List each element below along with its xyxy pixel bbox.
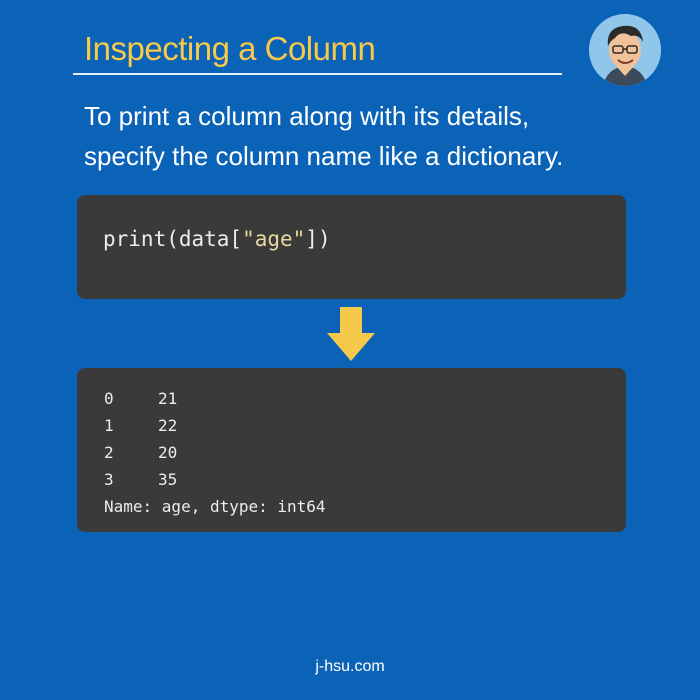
code-prefix: print(data[	[103, 227, 243, 251]
footer-site: j-hsu.com	[315, 658, 385, 675]
row-value: 35	[158, 470, 178, 489]
row-value: 20	[158, 443, 178, 462]
down-arrow-icon	[327, 307, 375, 361]
row-index: 1	[104, 416, 114, 435]
row-index: 0	[104, 389, 114, 408]
code-suffix: ])	[305, 227, 331, 251]
row-index: 2	[104, 443, 114, 462]
intro-text: To print a column along with its details…	[84, 96, 644, 176]
row-value: 21	[158, 389, 178, 408]
output-row: 1 22	[104, 412, 326, 439]
output-row: 3 35	[104, 466, 326, 493]
output-row: 0 21	[104, 385, 326, 412]
output-summary: Name: age, dtype: int64	[104, 497, 326, 516]
output-row: 2 20	[104, 439, 326, 466]
row-value: 22	[158, 416, 178, 435]
intro-line-1: To print a column along with its details…	[84, 101, 530, 131]
row-index: 3	[104, 470, 114, 489]
page-title: Inspecting a Column	[84, 30, 376, 67]
code-line: print(data["age"])	[103, 227, 331, 251]
avatar	[589, 14, 661, 86]
output-block: 0 21 1 22 2 20 3 35 Name: age, dtype: int64	[77, 368, 626, 532]
avatar-illustration	[589, 14, 661, 86]
output-lines: 0 21 1 22 2 20 3 35 Name: age, dtype: int64	[104, 385, 326, 520]
code-string-literal: "age"	[242, 227, 306, 251]
code-block: print(data["age"])	[77, 195, 626, 299]
intro-line-2: specify the column name like a dictionar…	[84, 141, 564, 171]
title-underline	[73, 73, 562, 75]
